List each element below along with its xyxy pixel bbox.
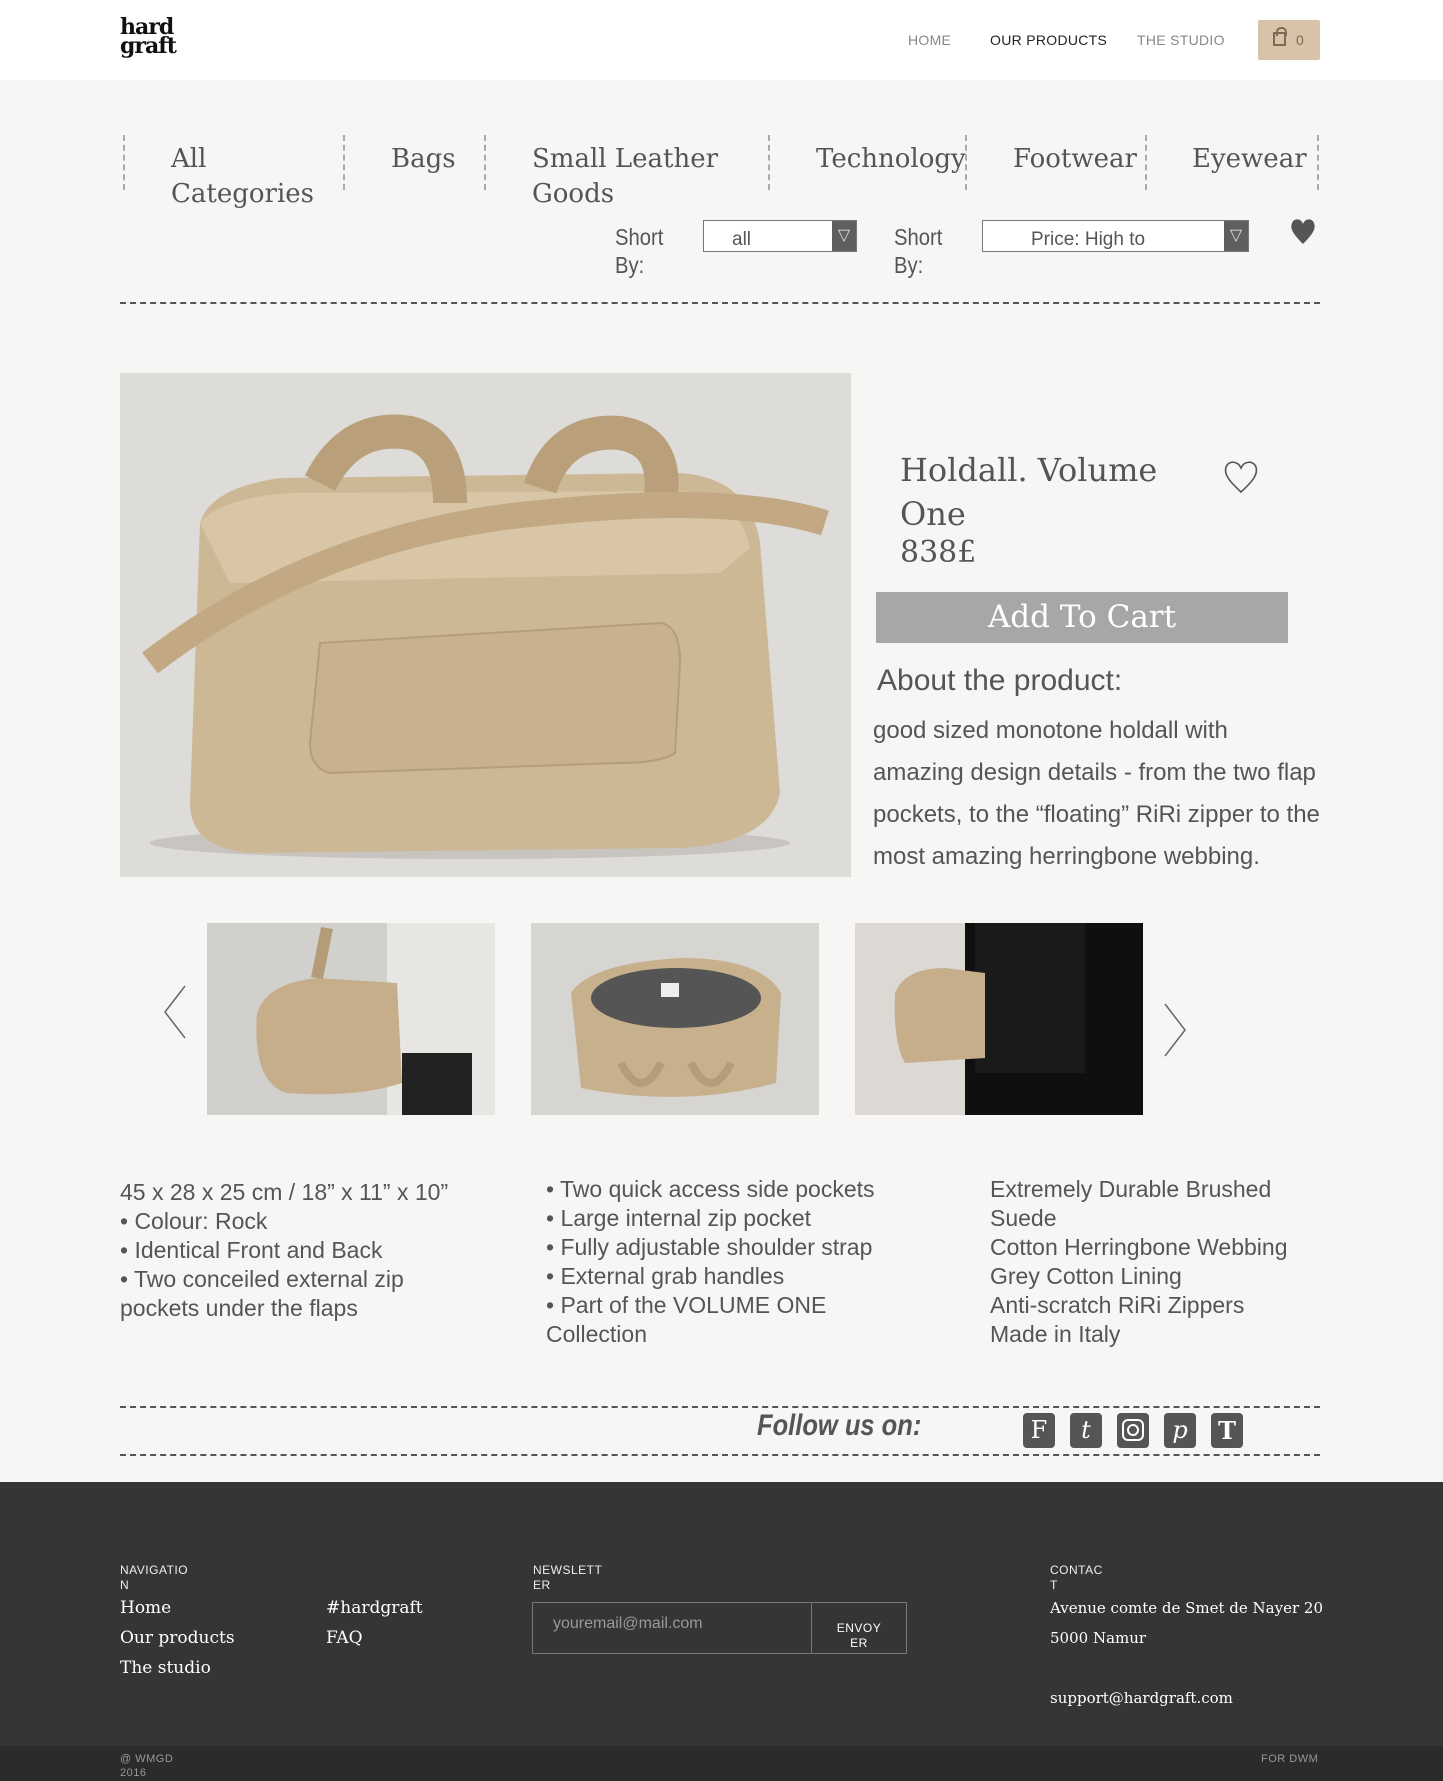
product-price: 838£ <box>900 535 977 570</box>
product-thumbnail[interactable] <box>207 923 495 1115</box>
bag-icon <box>1273 27 1287 46</box>
detail-line: • Large internal zip pocket <box>546 1205 812 1231</box>
category-divider <box>1145 135 1147 190</box>
sort-label: Short By: <box>615 224 664 278</box>
nav-our-products[interactable]: OUR PRODUCTS <box>990 32 1107 48</box>
cart-count: 0 <box>1296 32 1304 48</box>
site-header: hard graft HOME OUR PRODUCTS THE STUDIO 0 <box>0 0 1443 80</box>
sort-price-value: Price: High to <box>1031 229 1146 250</box>
detail-line: Extremely Durable Brushed Suede <box>990 1176 1272 1231</box>
footer-link-our-products[interactable]: Our products <box>120 1628 235 1648</box>
product-thumbnail[interactable] <box>855 923 1143 1115</box>
heart-outline-icon[interactable] <box>1222 458 1260 496</box>
about-heading: About the product: <box>877 664 1123 697</box>
triangle-down-icon: ▽ <box>832 221 856 251</box>
chevron-left-icon[interactable] <box>160 982 190 1042</box>
detail-line: • Part of the VOLUME ONE Collection <box>546 1292 827 1347</box>
product-main-image <box>120 373 851 877</box>
footer-support-email[interactable]: support@hardgraft.com <box>1050 1689 1233 1707</box>
copyright: @ WMGD 2016 <box>120 1753 174 1779</box>
detail-line: • Two conceiled external zip pockets und… <box>120 1266 404 1321</box>
sort-category-select[interactable]: all ▽ <box>703 220 857 252</box>
nav-home[interactable]: HOME <box>908 32 951 48</box>
sort-category-value: all <box>732 229 752 250</box>
detail-line: • Identical Front and Back <box>120 1237 383 1263</box>
detail-line: • External grab handles <box>546 1263 785 1289</box>
footer-link-home[interactable]: Home <box>120 1598 171 1618</box>
footer-address-line-2: 5000 Namur <box>1050 1629 1147 1647</box>
footer-link-hardgraft[interactable]: #hardgraft <box>326 1598 423 1618</box>
detail-line: Cotton Herringbone Webbing <box>990 1234 1288 1260</box>
detail-line: 45 x 28 x 25 cm / 18” x 11” x 10” <box>120 1179 449 1205</box>
detail-line: • Two quick access side pockets <box>546 1176 875 1202</box>
sort-price-select[interactable]: Price: High to ▽ <box>982 220 1249 252</box>
logo[interactable]: hard graft <box>120 16 177 57</box>
detail-line: • Fully adjustable shoulder strap <box>546 1234 873 1260</box>
footer-link-faq[interactable]: FAQ <box>326 1628 363 1648</box>
details-column-2: • Two quick access side pockets • Large … <box>546 1175 926 1349</box>
divider <box>120 302 1320 304</box>
footer-nav-heading: NAVIGATION <box>120 1563 189 1592</box>
favorites-heart-icon[interactable] <box>1288 216 1318 246</box>
category-divider <box>123 135 125 190</box>
detail-line: • Colour: Rock <box>120 1208 268 1234</box>
pinterest-icon[interactable]: p <box>1164 1413 1196 1448</box>
category-divider <box>965 135 967 190</box>
credit: FOR DWM <box>1261 1753 1319 1765</box>
details-column-3: Extremely Durable Brushed Suede Cotton H… <box>990 1175 1310 1349</box>
detail-line: Grey Cotton Lining <box>990 1263 1182 1289</box>
footer-bottom-bar <box>0 1746 1443 1781</box>
category-divider <box>1317 135 1319 190</box>
product-title: Holdall. Volume One <box>900 451 1158 533</box>
footer-contact-heading: CONTACT <box>1050 1563 1103 1592</box>
category-bags[interactable]: Bags <box>391 142 456 177</box>
category-eyewear[interactable]: Eyewear <box>1192 142 1307 177</box>
detail-line: Anti-scratch RiRi Zippers <box>990 1292 1245 1318</box>
facebook-icon[interactable]: F <box>1023 1413 1055 1448</box>
footer-newsletter-heading: NEWSLETTER <box>533 1563 603 1592</box>
category-divider <box>484 135 486 190</box>
details-column-1: 45 x 28 x 25 cm / 18” x 11” x 10” • Colo… <box>120 1178 460 1323</box>
footer-address-line-1: Avenue comte de Smet de Nayer 20 <box>1050 1599 1323 1617</box>
footer-link-the-studio[interactable]: The studio <box>120 1658 211 1678</box>
about-text: good sized monotone holdall with amazing… <box>873 717 1320 870</box>
triangle-down-icon: ▽ <box>1224 221 1248 251</box>
cart-button[interactable]: 0 <box>1258 20 1320 60</box>
category-all[interactable]: All Categories <box>171 142 314 212</box>
divider <box>120 1406 1320 1408</box>
nav-the-studio[interactable]: THE STUDIO <box>1137 32 1225 48</box>
chevron-right-icon[interactable] <box>1160 1000 1190 1060</box>
divider <box>120 1454 1320 1456</box>
t-icon[interactable]: T <box>1211 1413 1243 1448</box>
category-divider <box>343 135 345 190</box>
product-thumbnail[interactable] <box>531 923 819 1115</box>
category-divider <box>768 135 770 190</box>
tumblr-icon[interactable]: t <box>1070 1413 1102 1448</box>
instagram-icon[interactable] <box>1117 1413 1149 1448</box>
follow-label: Follow us on: <box>757 1409 922 1442</box>
category-technology[interactable]: Technology <box>816 142 966 177</box>
detail-line: Made in Italy <box>990 1321 1121 1347</box>
add-to-cart-button[interactable]: Add To Cart <box>876 592 1288 643</box>
newsletter-submit-button[interactable]: ENVOYER <box>811 1602 907 1654</box>
newsletter-email-input[interactable]: youremail@mail.com <box>532 1602 812 1654</box>
category-small-leather-goods[interactable]: Small Leather Goods <box>532 142 722 212</box>
category-footwear[interactable]: Footwear <box>1013 142 1137 177</box>
sort-label: Short By: <box>894 224 943 278</box>
